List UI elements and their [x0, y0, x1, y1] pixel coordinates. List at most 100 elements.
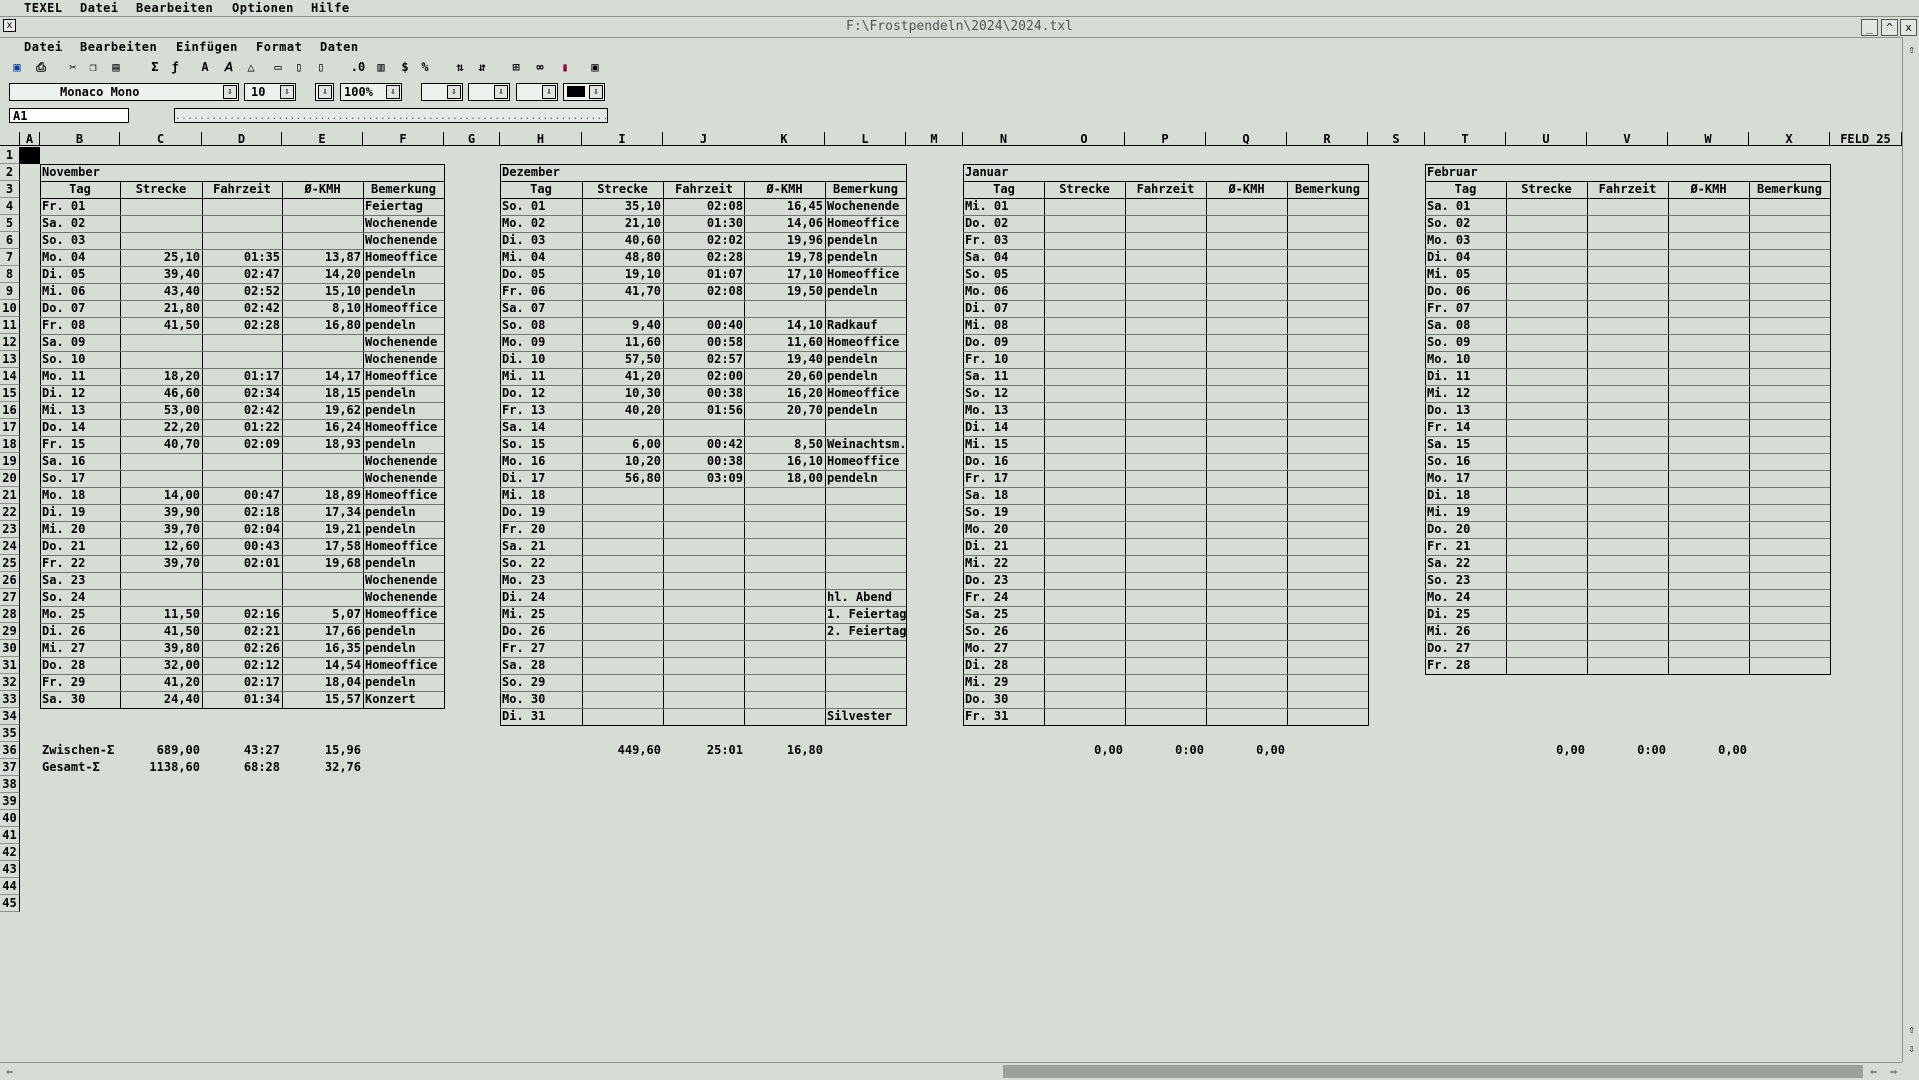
- column-title[interactable]: Bemerkung: [825, 181, 906, 198]
- row-header[interactable]: 3: [0, 181, 20, 198]
- table-cell[interactable]: 57,50: [582, 351, 663, 368]
- app-menu-datei[interactable]: Datei: [24, 39, 63, 55]
- table-cell[interactable]: 01:35: [202, 249, 282, 266]
- month-title[interactable]: Januar: [963, 164, 1368, 181]
- column-header[interactable]: F: [363, 132, 444, 146]
- table-cell[interactable]: So. 08: [500, 317, 582, 334]
- table-cell[interactable]: 19,40: [744, 351, 825, 368]
- table-cell[interactable]: Do. 02: [963, 215, 1045, 232]
- table-cell[interactable]: So. 01: [500, 198, 582, 215]
- font-select[interactable]: Monaco Mono ⇩: [9, 83, 239, 101]
- table-cell[interactable]: 46,60: [120, 385, 202, 402]
- table-cell[interactable]: 19,10: [582, 266, 663, 283]
- table-cell[interactable]: 17,34: [282, 504, 363, 521]
- sum-icon[interactable]: Σ: [147, 59, 163, 75]
- table-cell[interactable]: Homeoffice: [363, 249, 444, 266]
- table-cell[interactable]: Do. 05: [500, 266, 582, 283]
- table-cell[interactable]: So. 03: [40, 232, 120, 249]
- table-cell[interactable]: 02:26: [202, 640, 282, 657]
- table-cell[interactable]: 14,10: [744, 317, 825, 334]
- table-cell[interactable]: Mi. 27: [40, 640, 120, 657]
- table-cell[interactable]: Sa. 01: [1425, 198, 1506, 215]
- table-cell[interactable]: 14,54: [282, 657, 363, 674]
- table-cell[interactable]: 9,40: [582, 317, 663, 334]
- column-title[interactable]: Fahrzeit: [1125, 181, 1206, 198]
- table-cell[interactable]: 39,80: [120, 640, 202, 657]
- table-cell[interactable]: 01:07: [663, 266, 745, 283]
- column-header[interactable]: M: [906, 132, 963, 146]
- app-menu-bearbeiten[interactable]: Bearbeiten: [80, 39, 157, 55]
- table-cell[interactable]: So. 12: [963, 385, 1045, 402]
- table-cell[interactable]: pendeln: [825, 232, 906, 249]
- table-cell[interactable]: 8,10: [282, 300, 363, 317]
- table-cell[interactable]: 02:04: [202, 521, 282, 538]
- table-cell[interactable]: Fr. 24: [963, 589, 1045, 606]
- column-header[interactable]: FELD_25: [1830, 132, 1902, 146]
- row-header[interactable]: 24: [0, 538, 20, 555]
- table-cell[interactable]: 19,62: [282, 402, 363, 419]
- table-cell[interactable]: 18,20: [120, 368, 202, 385]
- table-cell[interactable]: 18,15: [282, 385, 363, 402]
- table-cell[interactable]: Do. 20: [1425, 521, 1506, 538]
- table-cell[interactable]: 02:08: [663, 198, 745, 215]
- column-header[interactable]: R: [1287, 132, 1368, 146]
- horizontal-scroll-thumb[interactable]: [1003, 1065, 1863, 1078]
- table-cell[interactable]: 19,68: [282, 555, 363, 572]
- table-cell[interactable]: 01:34: [202, 691, 282, 708]
- total-cell[interactable]: 1138,60: [120, 759, 202, 776]
- table-cell[interactable]: Homeoffice: [825, 334, 906, 351]
- horizontal-scrollbar[interactable]: ⇦ ⇦ ⇨: [0, 1062, 1902, 1080]
- table-cell[interactable]: Wochenende: [363, 232, 444, 249]
- table-cell[interactable]: Homeoffice: [363, 538, 444, 555]
- table-cell[interactable]: Do. 12: [500, 385, 582, 402]
- table-cell[interactable]: 19,96: [744, 232, 825, 249]
- table-cell[interactable]: Fr. 13: [500, 402, 582, 419]
- table-cell[interactable]: pendeln: [825, 249, 906, 266]
- table-cell[interactable]: Di. 28: [963, 657, 1045, 674]
- row-header[interactable]: 22: [0, 504, 20, 521]
- table-cell[interactable]: 41,20: [120, 674, 202, 691]
- table-cell[interactable]: 14,20: [282, 266, 363, 283]
- table-cell[interactable]: 53,00: [120, 402, 202, 419]
- table-cell[interactable]: Mi. 11: [500, 368, 582, 385]
- table-cell[interactable]: Wochenende: [363, 470, 444, 487]
- table-cell[interactable]: pendeln: [363, 385, 444, 402]
- table-cell[interactable]: 02:16: [202, 606, 282, 623]
- column-header[interactable]: E: [282, 132, 363, 146]
- table-cell[interactable]: Sa. 28: [500, 657, 582, 674]
- row-header[interactable]: 43: [0, 861, 20, 878]
- table-cell[interactable]: So. 24: [40, 589, 120, 606]
- table-cell[interactable]: Homeoffice: [363, 300, 444, 317]
- table-cell[interactable]: Di. 21: [963, 538, 1045, 555]
- menu-texel[interactable]: TEXEL: [24, 0, 63, 16]
- row-header[interactable]: 39: [0, 793, 20, 810]
- table-cell[interactable]: 2. Feiertag: [825, 623, 906, 640]
- table-cell[interactable]: 16,24: [282, 419, 363, 436]
- column-header[interactable]: O: [1044, 132, 1125, 146]
- copy-icon[interactable]: ❐: [85, 59, 101, 75]
- table-cell[interactable]: Do. 23: [963, 572, 1045, 589]
- table-cell[interactable]: hl. Abend: [825, 589, 906, 606]
- column-header[interactable]: J: [663, 132, 745, 146]
- table-cell[interactable]: 40,70: [120, 436, 202, 453]
- row-header[interactable]: 16: [0, 402, 20, 419]
- table-cell[interactable]: Mo. 10: [1425, 351, 1506, 368]
- table-cell[interactable]: Sa. 30: [40, 691, 120, 708]
- table-cell[interactable]: 02:08: [663, 283, 745, 300]
- table-cell[interactable]: 19,21: [282, 521, 363, 538]
- table-cell[interactable]: 16,45: [744, 198, 825, 215]
- table-cell[interactable]: 25,10: [120, 249, 202, 266]
- row-header[interactable]: 18: [0, 436, 20, 453]
- table-cell[interactable]: Sa. 08: [1425, 317, 1506, 334]
- table-cell[interactable]: Sa. 16: [40, 453, 120, 470]
- column-header[interactable]: N: [963, 132, 1045, 146]
- table-cell[interactable]: Sa. 14: [500, 419, 582, 436]
- table-cell[interactable]: 03:09: [663, 470, 745, 487]
- table-cell[interactable]: 11,60: [744, 334, 825, 351]
- table-cell[interactable]: 16,20: [744, 385, 825, 402]
- subtotal-cell[interactable]: 0,00: [1044, 742, 1125, 759]
- table-cell[interactable]: 02:47: [202, 266, 282, 283]
- table-cell[interactable]: pendeln: [363, 402, 444, 419]
- table-cell[interactable]: Di. 11: [1425, 368, 1506, 385]
- table-cell[interactable]: Mo. 17: [1425, 470, 1506, 487]
